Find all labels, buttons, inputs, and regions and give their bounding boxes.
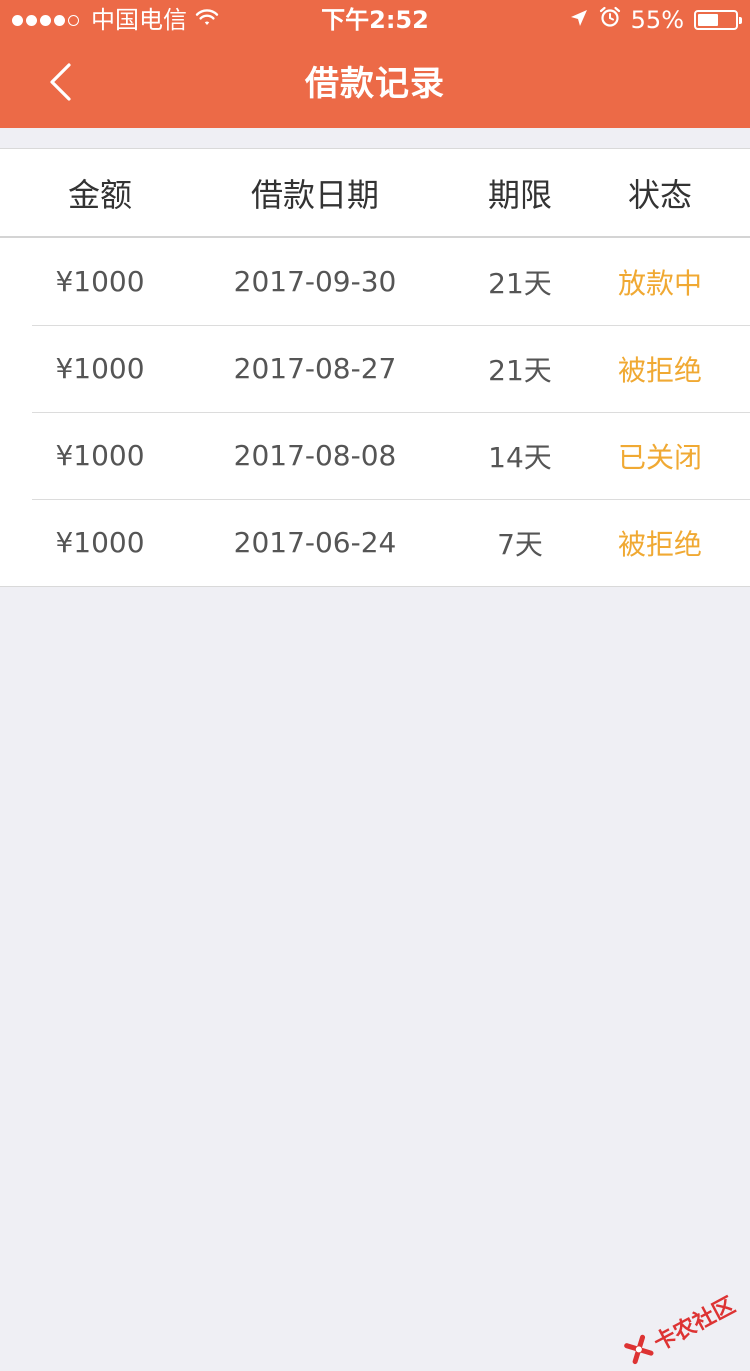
header-term: 期限 xyxy=(487,175,552,214)
row-term: 21天 xyxy=(488,353,552,387)
page-title: 借款记录 xyxy=(305,64,445,104)
row-status: 放款中 xyxy=(617,266,702,300)
app-header: 中国电信 下午2:52 55% 借款记录 xyxy=(0,0,750,128)
header-status: 状态 xyxy=(627,175,692,214)
loan-records-table: 金额 借款日期 期限 状态 ¥1000 2017-09-30 21天 放款中 ¥… xyxy=(0,148,750,587)
row-date: 2017-08-27 xyxy=(233,352,397,385)
row-date: 2017-08-08 xyxy=(233,439,397,472)
battery-level xyxy=(698,14,718,26)
row-term: 14天 xyxy=(488,440,552,474)
table-row[interactable]: ¥1000 2017-09-30 21天 放款中 xyxy=(0,238,750,326)
row-term: 21天 xyxy=(488,266,552,300)
row-amount: ¥1000 xyxy=(55,265,145,298)
location-arrow-icon xyxy=(569,0,589,40)
battery-percent: 55% xyxy=(630,6,684,34)
header-amount: 金额 xyxy=(67,175,132,214)
row-term: 7天 xyxy=(497,527,543,561)
watermark-text: 卡农社区 xyxy=(650,1293,740,1357)
table-row[interactable]: ¥1000 2017-06-24 7天 被拒绝 xyxy=(0,499,750,586)
row-amount: ¥1000 xyxy=(55,439,145,472)
row-date: 2017-06-24 xyxy=(233,526,397,559)
battery-icon xyxy=(694,10,742,30)
watermark: 卡农社区 xyxy=(621,1288,740,1371)
table-row[interactable]: ¥1000 2017-08-27 21天 被拒绝 xyxy=(0,325,750,413)
row-amount: ¥1000 xyxy=(55,526,145,559)
header-loan-date: 借款日期 xyxy=(250,175,379,214)
row-date: 2017-09-30 xyxy=(233,265,397,298)
alarm-clock-icon xyxy=(599,0,621,40)
table-row[interactable]: ¥1000 2017-08-08 14天 已关闭 xyxy=(0,412,750,500)
row-amount: ¥1000 xyxy=(55,352,145,385)
status-right: 55% xyxy=(569,0,742,40)
status-bar: 中国电信 下午2:52 55% xyxy=(0,0,750,40)
table-header: 金额 借款日期 期限 状态 xyxy=(0,149,750,238)
row-status: 被拒绝 xyxy=(617,353,702,387)
row-status: 已关闭 xyxy=(617,440,702,474)
row-status: 被拒绝 xyxy=(617,527,702,561)
navigation-bar: 借款记录 xyxy=(0,40,750,128)
